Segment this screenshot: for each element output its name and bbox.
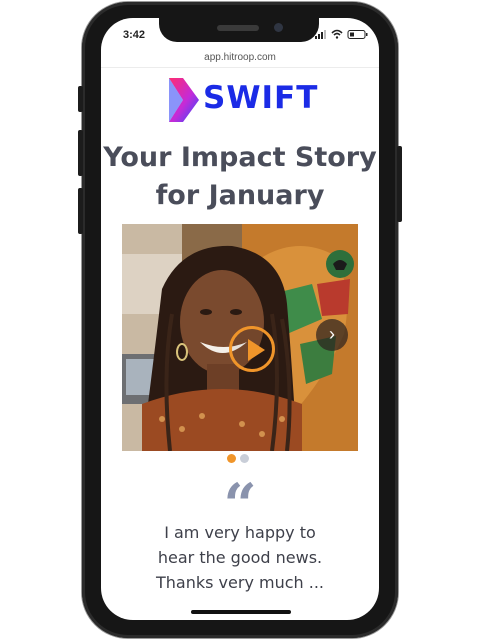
volume-up-button xyxy=(78,130,83,176)
play-icon xyxy=(248,339,265,361)
signal-icon xyxy=(315,30,326,39)
testimonial-text: I am very happy to hear the good news. T… xyxy=(101,520,379,595)
play-button[interactable] xyxy=(229,326,275,372)
swift-chevron-icon xyxy=(169,78,199,122)
video-thumbnail[interactable]: › xyxy=(122,224,358,451)
testimonial-line-2: hear the good news. xyxy=(157,548,323,567)
front-camera xyxy=(274,23,283,32)
carousel-dot-1[interactable] xyxy=(227,454,236,463)
chevron-right-icon: › xyxy=(329,324,335,344)
title-line-2: for January xyxy=(155,180,325,211)
status-time: 3:42 xyxy=(123,29,146,41)
battery-icon xyxy=(347,30,368,39)
mute-switch xyxy=(78,86,83,112)
notch xyxy=(159,18,319,42)
next-slide-button[interactable]: › xyxy=(316,319,348,351)
wifi-icon xyxy=(331,29,343,39)
power-button xyxy=(397,146,402,222)
page-title: Your Impact Story for January xyxy=(101,139,379,215)
brand-name: SWIFT xyxy=(203,80,319,116)
carousel-dot-2[interactable] xyxy=(240,454,249,463)
speaker-grille xyxy=(217,25,259,31)
brand-logo: SWIFT xyxy=(167,78,317,122)
address-bar-url[interactable]: app.hitroop.com xyxy=(101,52,379,63)
phone-screen: 3:42 app.hitroop.com SWIFT Your Impact S… xyxy=(101,18,379,620)
volume-down-button xyxy=(78,188,83,234)
title-line-1: Your Impact Story xyxy=(103,142,377,173)
status-icons xyxy=(315,29,368,39)
testimonial-line-1: I am very happy to xyxy=(164,523,316,542)
divider xyxy=(101,67,379,68)
carousel-pagination xyxy=(227,454,257,464)
home-indicator[interactable] xyxy=(191,610,291,614)
testimonial-line-3: Thanks very much ... xyxy=(156,573,324,592)
